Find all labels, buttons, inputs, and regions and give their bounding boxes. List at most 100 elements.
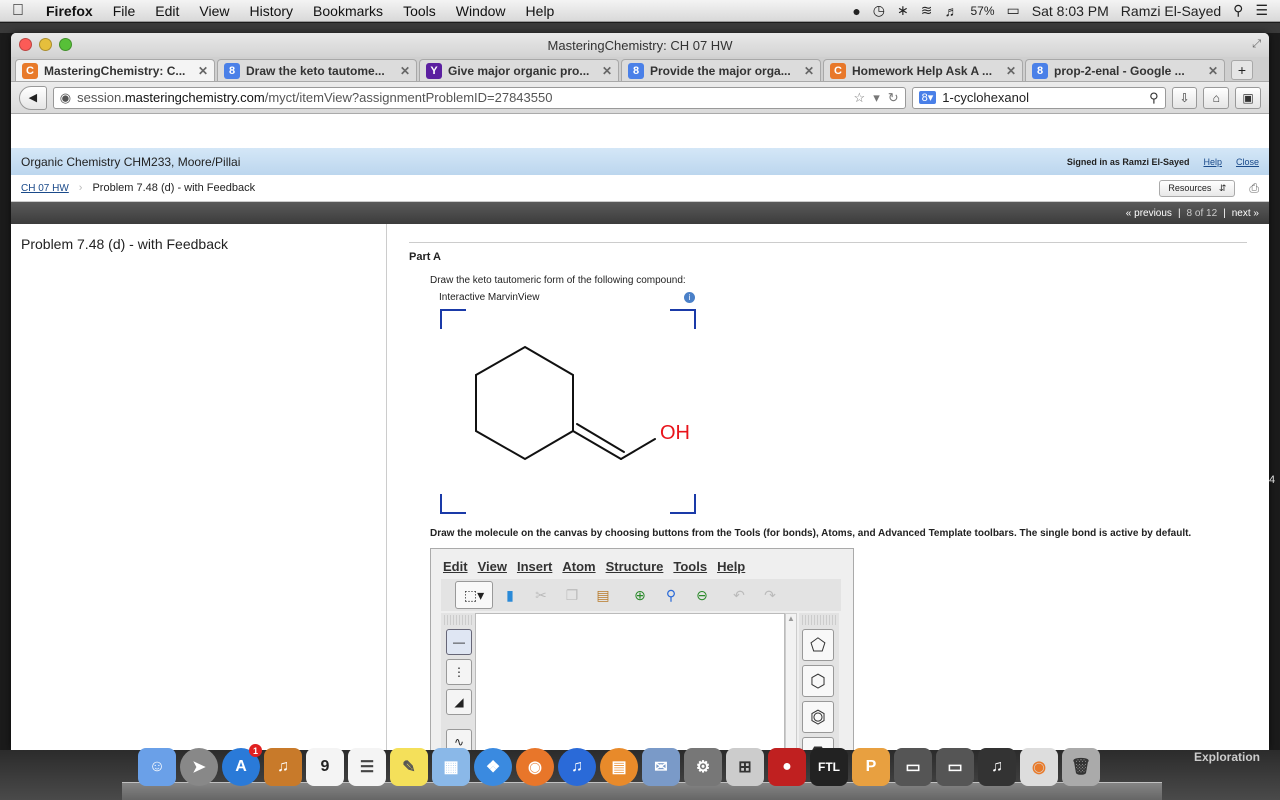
launchpad-icon[interactable]: ➤ <box>180 748 218 786</box>
addon-icon[interactable]: ▣ <box>1235 86 1261 109</box>
garageband-icon[interactable]: ♫ <box>264 748 302 786</box>
close-tab-icon[interactable]: ✕ <box>1208 64 1218 78</box>
system-preferences-icon[interactable]: ⚙ <box>684 748 722 786</box>
close-link[interactable]: Close <box>1236 157 1259 167</box>
user-name[interactable]: Ramzi El-Sayed <box>1121 3 1221 19</box>
menu-bookmarks[interactable]: Bookmarks <box>303 3 393 19</box>
safari-icon[interactable]: ❖ <box>474 748 512 786</box>
zoom-in-icon[interactable]: ⊕ <box>626 581 654 609</box>
bluetooth-icon[interactable]: ∗ <box>897 2 909 19</box>
menu-help[interactable]: Help <box>516 3 565 19</box>
tab-2[interactable]: Y Give major organic pro... ✕ <box>419 59 619 81</box>
identity-icon[interactable]: ◉ <box>60 90 71 106</box>
time-machine-icon[interactable]: ◷ <box>873 2 885 19</box>
bookmark-star-icon[interactable]: ☆ <box>854 90 866 106</box>
fullscreen-icon[interactable]: ⤢ <box>1252 38 1261 51</box>
redo-icon[interactable]: ↷ <box>756 581 784 609</box>
zoom-all-icon[interactable]: ⚲ <box>657 581 685 609</box>
close-tab-icon[interactable]: ✕ <box>804 64 814 78</box>
back-button[interactable]: ◀ <box>19 85 47 110</box>
menu-window[interactable]: Window <box>446 3 516 19</box>
wedge-bond-icon[interactable]: ◢ <box>446 689 472 715</box>
new-tab-button[interactable]: + <box>1231 60 1253 80</box>
calendar-icon[interactable]: 9 <box>306 748 344 786</box>
editor-menu-edit[interactable]: Edit <box>443 559 468 574</box>
copy-icon[interactable]: ❐ <box>558 581 586 609</box>
tab-4[interactable]: C Homework Help Ask A ... ✕ <box>823 59 1023 81</box>
undo-icon[interactable]: ↶ <box>725 581 753 609</box>
molecule-viewer[interactable]: OH <box>440 309 696 514</box>
tab-1[interactable]: 8 Draw the keto tautome... ✕ <box>217 59 417 81</box>
cyclohexane-icon[interactable]: ⬡ <box>802 665 834 697</box>
close-tab-icon[interactable]: ✕ <box>400 64 410 78</box>
app-store-icon[interactable]: A1 <box>222 744 262 786</box>
status-icon[interactable]: ● <box>852 3 860 19</box>
close-tab-icon[interactable]: ✕ <box>198 64 208 78</box>
notification-center-icon[interactable]: ☰ <box>1255 2 1268 19</box>
p-app-icon[interactable]: P <box>852 748 890 786</box>
menu-file[interactable]: File <box>103 3 146 19</box>
zoom-out-icon[interactable]: ⊖ <box>688 581 716 609</box>
close-tab-icon[interactable]: ✕ <box>1006 64 1016 78</box>
close-tab-icon[interactable]: ✕ <box>602 64 612 78</box>
downloads-icon[interactable]: ⇩ <box>1171 86 1198 109</box>
canvas-scrollbar[interactable]: ▲ <box>785 613 797 750</box>
volume-icon[interactable]: ♬ <box>944 3 958 19</box>
photo-booth-icon[interactable]: ● <box>768 748 806 786</box>
home-icon[interactable]: ⌂ <box>1203 86 1230 109</box>
editor-menu-atom[interactable]: Atom <box>562 559 595 574</box>
drawing-canvas[interactable] <box>475 613 785 750</box>
search-input[interactable]: 1-cyclohexanol <box>942 90 1029 105</box>
menu-edit[interactable]: Edit <box>145 3 189 19</box>
editor-menu-structure[interactable]: Structure <box>606 559 664 574</box>
firefox-icon[interactable]: ◉ <box>516 748 554 786</box>
hashed-bond-icon[interactable]: ⋮ <box>446 659 472 685</box>
menu-app-name[interactable]: Firefox <box>36 3 103 19</box>
tab-5[interactable]: 8 prop-2-enal - Google ... ✕ <box>1025 59 1225 81</box>
print-icon[interactable]: ⎙ <box>1249 181 1259 196</box>
pager-position[interactable]: 8 of 12 <box>1187 208 1218 219</box>
finder-icon[interactable]: ☺ <box>138 748 176 786</box>
cut-icon[interactable]: ✂ <box>527 581 555 609</box>
benzene-icon[interactable]: ⏣ <box>802 701 834 733</box>
resources-dropdown[interactable]: Resources ⇵ <box>1159 179 1236 197</box>
minimize-window-button[interactable] <box>39 38 52 51</box>
editor-menu-help[interactable]: Help <box>717 559 745 574</box>
previous-link[interactable]: « previous <box>1126 208 1172 219</box>
info-icon[interactable]: i <box>684 292 695 303</box>
apple-icon[interactable]:  <box>0 2 36 20</box>
tab-0[interactable]: C MasteringChemistry: C... ✕ <box>15 59 215 81</box>
menu-tools[interactable]: Tools <box>393 3 446 19</box>
cyclopentane-icon[interactable]: ⬠ <box>802 629 834 661</box>
zoom-window-button[interactable] <box>59 38 72 51</box>
dropdown-icon[interactable]: ▾ <box>873 90 880 106</box>
eraser-icon[interactable]: ▮ <box>496 581 524 609</box>
tab-3[interactable]: 8 Provide the major orga... ✕ <box>621 59 821 81</box>
notes-icon[interactable]: ✎ <box>390 748 428 786</box>
select-tool-icon[interactable]: ⬚▾ <box>455 581 493 609</box>
menu-view[interactable]: View <box>189 3 239 19</box>
next-link[interactable]: next » <box>1232 208 1259 219</box>
paste-icon[interactable]: ▤ <box>589 581 617 609</box>
terminal-window-icon[interactable]: ▭ <box>894 748 932 786</box>
help-link[interactable]: Help <box>1203 157 1222 167</box>
menu-history[interactable]: History <box>239 3 303 19</box>
downloads-stack-icon[interactable]: ◉ <box>1020 748 1058 786</box>
spotlight-icon[interactable]: ⚲ <box>1233 2 1243 19</box>
calculator-icon[interactable]: ⊞ <box>726 748 764 786</box>
search-icon[interactable]: ⚲ <box>1149 90 1159 106</box>
reload-icon[interactable]: ↻ <box>888 90 899 106</box>
ibooks-icon[interactable]: ▤ <box>600 748 638 786</box>
clock[interactable]: Sat 8:03 PM <box>1032 3 1109 19</box>
itunes-icon[interactable]: ♫ <box>558 748 596 786</box>
editor-menu-view[interactable]: View <box>478 559 507 574</box>
url-bar[interactable]: ◉ session.masteringchemistry.com/myct/it… <box>52 86 906 109</box>
trash-icon[interactable]: 🗑 <box>1062 748 1100 786</box>
search-engine-icon[interactable]: 8▾ <box>918 91 937 104</box>
close-window-button[interactable] <box>19 38 32 51</box>
editor-menu-insert[interactable]: Insert <box>517 559 552 574</box>
terminal-window-icon[interactable]: ▭ <box>936 748 974 786</box>
wavy-bond-icon[interactable]: ∿ <box>446 729 472 750</box>
mail-icon[interactable]: ✉ <box>642 748 680 786</box>
wifi-icon[interactable]: ≋ <box>921 2 933 19</box>
